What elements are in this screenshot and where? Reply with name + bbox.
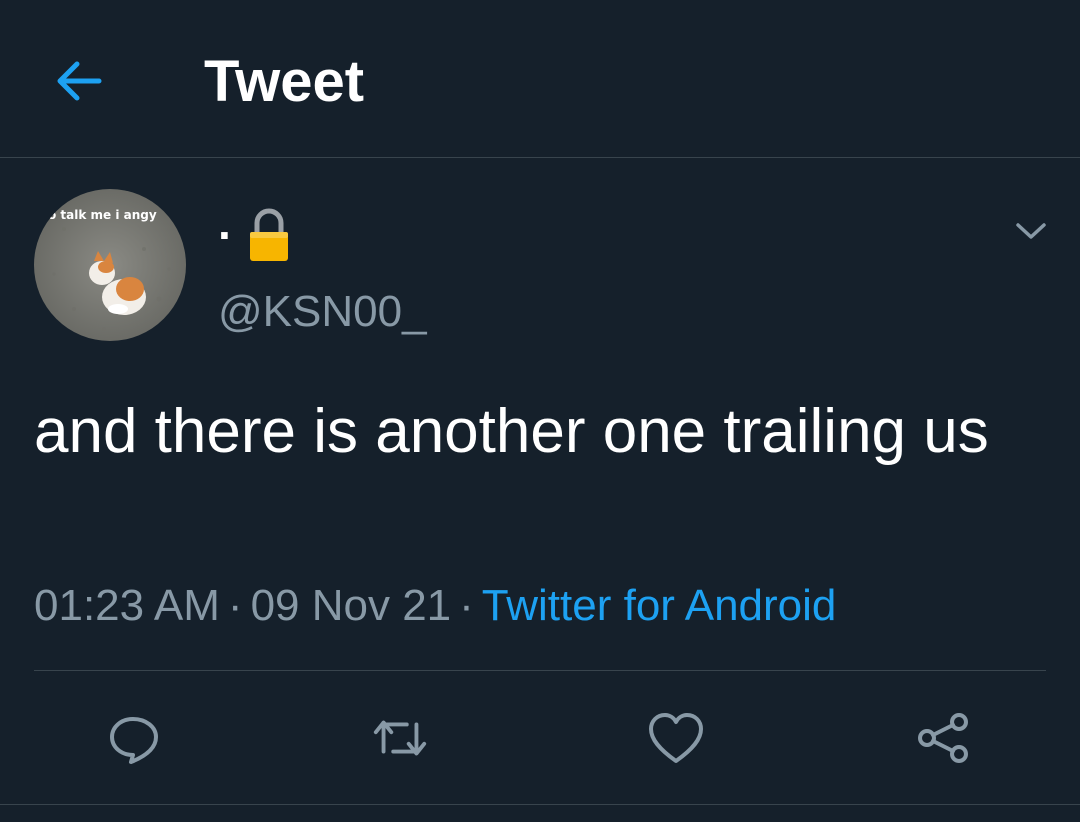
meta-separator: · [227, 581, 243, 630]
tweet-date: 09 Nov 21 [250, 581, 452, 630]
reply-icon [110, 717, 158, 764]
avatar-image: o talk me i angy [34, 189, 186, 341]
divider [34, 670, 1046, 671]
avatar[interactable]: o talk me i angy [34, 189, 186, 341]
chevron-down-icon [1016, 223, 1046, 239]
top-app-bar: Tweet [0, 0, 1080, 158]
page-title: Tweet [204, 49, 365, 114]
more-options-button[interactable] [1008, 208, 1054, 254]
tweet-source-link[interactable]: Twitter for Android [482, 581, 837, 630]
retweet-button[interactable] [370, 708, 430, 768]
reply-button[interactable] [104, 708, 164, 768]
tweet-detail-page: Tweet o talk me i angy · @KSN00_ and the… [0, 0, 1080, 822]
avatar-caption: o talk me i angy [48, 208, 157, 222]
heart-icon [649, 713, 703, 763]
meta-separator: · [459, 581, 474, 630]
author-handle[interactable]: @KSN00_ [218, 282, 427, 342]
lock-icon [250, 208, 289, 261]
author-display-name[interactable]: · [218, 205, 291, 265]
tweet-time: 01:23 AM [34, 581, 220, 630]
tweet-text: and there is another one trailing us [34, 397, 989, 466]
arrow-left-icon [57, 61, 102, 101]
display-name-text: · [218, 209, 234, 261]
divider [0, 804, 1080, 805]
like-button[interactable] [646, 708, 706, 768]
back-button[interactable] [48, 50, 110, 112]
tweet-meta: 01:23 AM · 09 Nov 21 · Twitter for Android [34, 578, 836, 634]
share-icon [918, 713, 968, 763]
share-button[interactable] [914, 708, 974, 768]
retweet-icon [373, 720, 427, 756]
